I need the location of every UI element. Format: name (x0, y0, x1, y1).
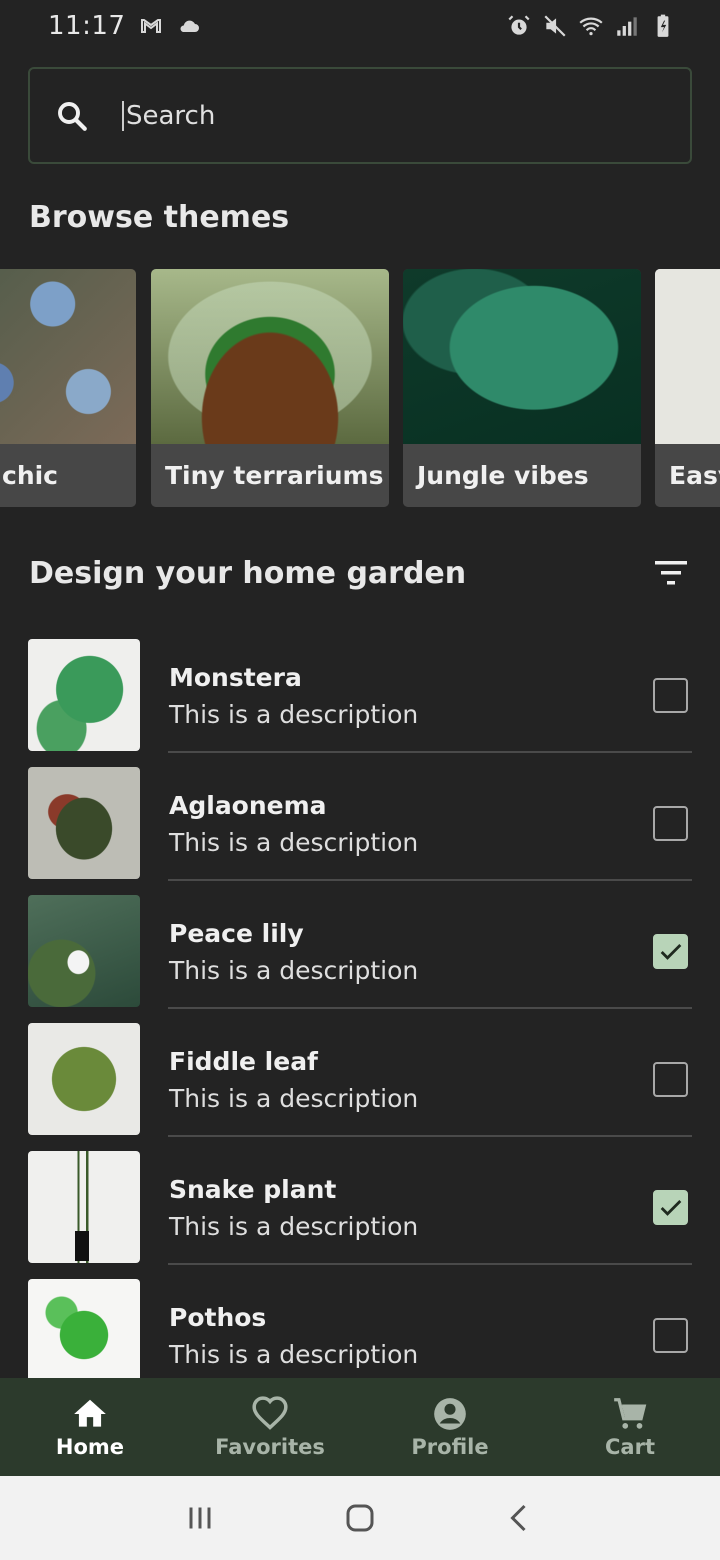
nav-item-home[interactable]: Home (0, 1378, 180, 1476)
nav-item-favorites[interactable]: Favorites (180, 1378, 360, 1476)
plant-name: Snake plant (169, 1175, 337, 1204)
divider (168, 1263, 692, 1265)
alarm-icon (508, 15, 530, 35)
plant-name: Monstera (169, 663, 302, 692)
theme-label: Tiny terrariums (151, 444, 389, 507)
theme-image (403, 269, 641, 444)
plant-checkbox[interactable] (653, 806, 688, 841)
plant-description: This is a description (169, 1084, 419, 1113)
plant-row-monstera[interactable]: Monstera This is a description (0, 627, 720, 755)
checkmark-icon (660, 943, 681, 960)
plant-name: Fiddle leaf (169, 1047, 318, 1076)
plant-thumbnail (28, 639, 140, 751)
themes-carousel[interactable]: chic Tiny terrariums Jungle vibes Easy (0, 269, 720, 507)
status-right (506, 13, 676, 39)
status-left: 11:17 (48, 11, 201, 41)
plant-row-peace-lily[interactable]: Peace lily This is a description (0, 883, 720, 1011)
nav-item-cart[interactable]: Cart (540, 1378, 720, 1476)
plant-thumbnail (28, 767, 140, 879)
plant-checkbox[interactable] (653, 934, 688, 969)
search-box[interactable] (28, 67, 692, 164)
system-nav-bar (0, 1476, 720, 1560)
search-icon (58, 101, 87, 131)
plant-checkbox[interactable] (653, 678, 688, 713)
theme-image (151, 269, 389, 444)
plant-description: This is a description (169, 700, 419, 729)
plant-thumbnail (28, 1151, 140, 1263)
plant-description: This is a description (169, 956, 419, 985)
account-circle-icon (434, 1398, 466, 1430)
status-bar: 11:17 (0, 0, 720, 52)
plant-row-aglaonema[interactable]: Aglaonema This is a description (0, 755, 720, 883)
search-input[interactable] (122, 100, 642, 131)
plant-name: Peace lily (169, 919, 304, 948)
theme-image (0, 269, 136, 444)
status-time: 11:17 (48, 11, 126, 41)
theme-label: Easy (655, 444, 720, 507)
wifi-icon (579, 17, 603, 36)
gmail-icon (141, 19, 162, 33)
plant-description: This is a description (169, 828, 419, 857)
theme-label: chic (0, 444, 136, 507)
battery-icon (657, 14, 669, 37)
nav-label: Home (55, 1435, 125, 1459)
design-garden-title: Design your home garden (29, 556, 467, 591)
theme-label: Jungle vibes (403, 444, 641, 507)
plant-description: This is a description (169, 1212, 419, 1241)
plant-name: Aglaonema (169, 791, 327, 820)
theme-card-tiny-terrariums[interactable]: Tiny terrariums (151, 269, 389, 507)
cart-icon (614, 1398, 647, 1429)
theme-card-jungle-vibes[interactable]: Jungle vibes (403, 269, 641, 507)
plant-description: This is a description (169, 1340, 419, 1369)
cloud-icon (180, 20, 200, 32)
plant-checkbox[interactable] (653, 1190, 688, 1225)
divider (168, 1007, 692, 1009)
divider (168, 751, 692, 753)
heart-icon (252, 1396, 288, 1430)
plant-checkbox[interactable] (653, 1318, 688, 1353)
signal-icon (617, 17, 637, 36)
nav-item-profile[interactable]: Profile (360, 1378, 540, 1476)
plant-name: Pothos (169, 1303, 267, 1332)
theme-card-easy[interactable]: Easy (655, 269, 720, 507)
nav-label: Profile (411, 1435, 489, 1459)
mute-icon (544, 15, 566, 37)
home-icon (74, 1399, 106, 1427)
bottom-nav: Home Favorites Profile Cart (0, 1378, 720, 1476)
plant-thumbnail (28, 1023, 140, 1135)
plant-thumbnail (28, 1279, 140, 1378)
divider (168, 1135, 692, 1137)
theme-card-chic[interactable]: chic (0, 269, 136, 507)
checkmark-icon (660, 1199, 681, 1216)
back-icon[interactable] (502, 1500, 538, 1536)
nav-label: Favorites (215, 1435, 325, 1459)
filter-icon[interactable] (650, 558, 692, 588)
theme-image (655, 269, 720, 444)
plant-thumbnail (28, 895, 140, 1007)
nav-label: Cart (605, 1435, 655, 1459)
recent-apps-icon[interactable] (182, 1500, 218, 1536)
plant-list: Monstera This is a description Aglaonema… (0, 627, 720, 1378)
browse-themes-title: Browse themes (29, 200, 290, 235)
plant-row-pothos[interactable]: Pothos This is a description (0, 1267, 720, 1378)
home-button-icon[interactable] (342, 1500, 378, 1536)
plant-row-fiddle-leaf[interactable]: Fiddle leaf This is a description (0, 1011, 720, 1139)
divider (168, 879, 692, 881)
plant-row-snake-plant[interactable]: Snake plant This is a description (0, 1139, 720, 1267)
plant-checkbox[interactable] (653, 1062, 688, 1097)
